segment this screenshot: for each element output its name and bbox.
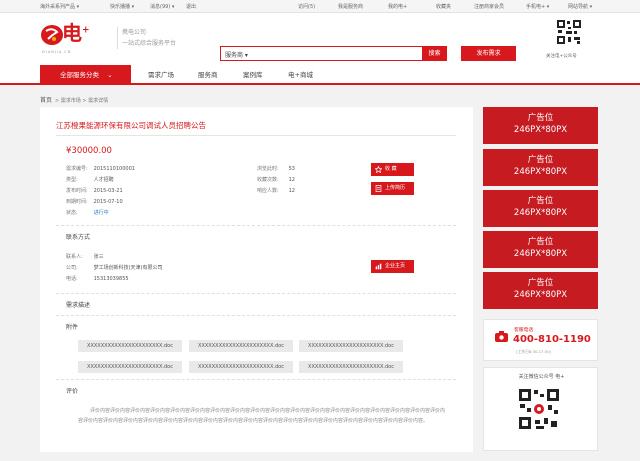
- company-homepage-button[interactable]: 企业主页: [371, 260, 414, 273]
- publish-demand-button[interactable]: 发布需求: [461, 46, 516, 61]
- topbar-products[interactable]: 海外采系列产品 ▾: [40, 3, 79, 10]
- document-icon: [375, 185, 382, 192]
- chevron-down-icon: ⌄: [107, 71, 113, 79]
- nav-demand-square[interactable]: 需求广场: [148, 65, 174, 85]
- qr-code-icon: [518, 388, 560, 430]
- attachment-item[interactable]: XXXXXXXXXXXXXXXXXXXXXX.doc: [299, 361, 403, 373]
- search-category-select[interactable]: 服务商 ▾: [225, 50, 248, 59]
- hotline-label: 客服电话: [514, 328, 534, 333]
- breadcrumb-path[interactable]: > 需求市场 > 需求详情: [55, 98, 108, 104]
- nav-mall[interactable]: 电+商城: [288, 65, 313, 85]
- nav-case-library[interactable]: 案例库: [243, 65, 263, 85]
- topbar-mobile[interactable]: 手机电+ ▾: [526, 3, 549, 10]
- divider: [56, 315, 456, 316]
- phone-icon: [495, 331, 508, 342]
- hotline-number: 400-810-1190: [513, 334, 591, 345]
- attachment-item[interactable]: XXXXXXXXXXXXXXXXXXXXXX.doc: [189, 361, 293, 373]
- follow-label: 关注微信公众号 电+: [518, 374, 565, 380]
- logo-text: 电+: [62, 21, 90, 45]
- divider: [56, 225, 456, 226]
- demand-detail-panel: 江苏橙果能源环保有限公司调试人员招聘公告 ¥30000.00 需求编号: 201…: [40, 107, 473, 452]
- field-responders: 响应人数: 12: [257, 188, 295, 194]
- divider: [56, 135, 456, 136]
- topbar-provider[interactable]: 我是服务商: [338, 3, 363, 10]
- topbar-register[interactable]: 注册商家会员: [474, 3, 504, 10]
- field-publish-time: 发布时间: 2015-03-21: [66, 188, 123, 194]
- attachment-item[interactable]: XXXXXXXXXXXXXXXXXXXXXX.doc: [78, 361, 182, 373]
- topbar-my[interactable]: 我的电+: [388, 3, 407, 10]
- breadcrumb-home[interactable]: 首页: [40, 97, 52, 104]
- ad-banner[interactable]: 广告位 246PX*80PX: [483, 149, 598, 186]
- top-utility-bar: 海外采系列产品 ▾ 快乐播播 ▾ 消息(99) ▾ 退出 访问(5) 我是服务商…: [0, 0, 640, 13]
- price: ¥30000.00: [66, 146, 112, 156]
- contact-phone: 电话: 15313039855: [66, 276, 129, 282]
- contact-heading: 联系方式: [66, 234, 91, 241]
- qr-label: 关注电+公众号: [546, 54, 577, 59]
- topbar-sitemap[interactable]: 网站导航 ▾: [568, 3, 592, 10]
- tagline: 携电公司 一站式综合服务平台: [117, 27, 176, 49]
- attachment-item[interactable]: XXXXXXXXXXXXXXXXXXXXXX.doc: [78, 340, 182, 352]
- main-nav: 全部服务分类 ⌄ 需求广场 服务商 案例库 电+商城: [0, 65, 640, 85]
- favorite-button[interactable]: 收 藏: [371, 163, 414, 176]
- ad-banner[interactable]: 广告位 246PX*80PX: [483, 107, 598, 144]
- contact-person: 联系人: 张三: [66, 254, 104, 260]
- chart-icon: [375, 263, 382, 270]
- topbar-favorites[interactable]: 收藏夹: [436, 3, 451, 10]
- topbar-logout[interactable]: 退出: [186, 3, 196, 10]
- logo-subtitle: DIANJIA.CN: [42, 50, 72, 54]
- review-text: 评价内容评价内容评价内容评价内容评价内容评价内容评价内容评价内容评价内容评价内容…: [78, 408, 446, 424]
- attachments-heading: 附件: [66, 324, 79, 331]
- field-expire-time: 到期时间: 2015-07-10: [66, 199, 123, 205]
- wechat-follow-box: 关注微信公众号 电+: [483, 367, 598, 451]
- field-number: 需求编号: 2015110100001: [66, 166, 135, 172]
- status-badge: 进行中: [93, 210, 109, 216]
- topbar-visits[interactable]: 访问(5): [298, 3, 315, 10]
- upload-resume-button[interactable]: 上传简历: [371, 182, 414, 195]
- nav-providers[interactable]: 服务商: [198, 65, 218, 85]
- divider: [56, 293, 456, 294]
- attachment-item[interactable]: XXXXXXXXXXXXXXXXXXXXXX.doc: [189, 340, 293, 352]
- star-icon: [375, 166, 382, 173]
- customer-service-box: 客服电话 400-810-1190 (工作日8:30-17:30): [483, 319, 598, 361]
- all-categories-menu[interactable]: 全部服务分类 ⌄: [40, 65, 131, 85]
- ad-banner[interactable]: 广告位 246PX*80PX: [483, 231, 598, 268]
- ad-banner[interactable]: 广告位 246PX*80PX: [483, 272, 598, 309]
- breadcrumb: 首页 > 需求市场 > 需求详情: [40, 95, 108, 104]
- topbar-user[interactable]: 快乐播播 ▾: [110, 3, 134, 10]
- field-type: 类型: 人才招聘: [66, 177, 114, 183]
- search-button[interactable]: 搜索: [422, 46, 447, 61]
- divider: [56, 379, 456, 380]
- review-heading: 评价: [66, 388, 79, 395]
- site-header: 电+ DIANJIA.CN 携电公司 一站式综合服务平台 服务商 ▾ 搜索 发布…: [0, 13, 640, 65]
- search-bar[interactable]: 服务商 ▾ 搜索: [220, 46, 447, 61]
- page-title: 江苏橙果能源环保有限公司调试人员招聘公告: [56, 121, 206, 130]
- contact-company: 公司: 梦工场创新科技(天津)有限公司: [66, 265, 163, 271]
- qr-code-icon: [556, 19, 582, 45]
- hotline-hours: (工作日8:30-17:30): [516, 349, 552, 354]
- field-status: 状态: 进行中: [66, 210, 109, 216]
- ad-banner[interactable]: 广告位 246PX*80PX: [483, 190, 598, 227]
- attachment-item[interactable]: XXXXXXXXXXXXXXXXXXXXXX.doc: [299, 340, 403, 352]
- field-favorites: 收藏次数: 12: [257, 177, 295, 183]
- field-views: 浏览此时: 53: [257, 166, 295, 172]
- topbar-messages[interactable]: 消息(99) ▾: [150, 3, 174, 10]
- description-heading: 需求描述: [66, 302, 91, 309]
